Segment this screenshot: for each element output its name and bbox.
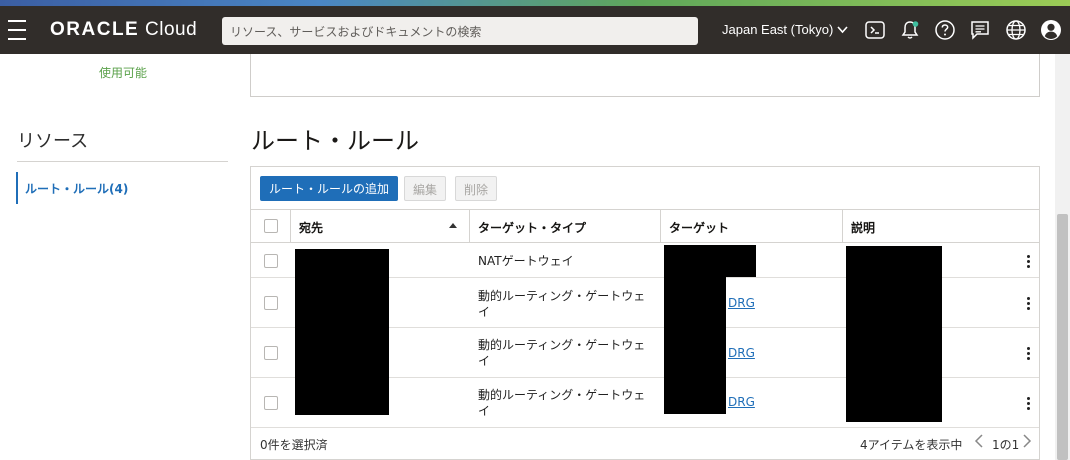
search-input[interactable]: リソース、サービスおよびドキュメントの検索 xyxy=(222,17,698,45)
sidebar-item-route-rules[interactable]: ルート・ルール(4) xyxy=(16,172,128,204)
status-available-label: 使用可能 xyxy=(99,66,148,80)
previous-page-icon[interactable] xyxy=(974,434,984,452)
hamburger-menu-icon[interactable] xyxy=(8,20,28,40)
details-panel xyxy=(250,54,1040,97)
profile-icon[interactable] xyxy=(1040,19,1062,41)
row-actions-menu-icon[interactable] xyxy=(1027,397,1031,410)
column-header-target[interactable]: ターゲット xyxy=(660,210,842,243)
top-navigation-bar: ORACLE Cloud リソース、サービスおよびドキュメントの検索 Japan… xyxy=(0,6,1070,54)
row-checkbox[interactable] xyxy=(264,346,278,360)
page: ORACLE Cloud リソース、サービスおよびドキュメントの検索 Japan… xyxy=(0,0,1070,460)
row-checkbox[interactable] xyxy=(264,296,278,310)
delete-button[interactable]: 削除 xyxy=(455,176,498,201)
target-link[interactable]: DRG xyxy=(728,346,755,360)
region-selector[interactable]: Japan East (Tokyo) xyxy=(722,22,848,37)
column-header-destination[interactable]: 宛先 xyxy=(290,210,469,243)
table-header: 宛先 ターゲット・タイプ ターゲット 説明 xyxy=(251,209,1039,243)
redacted-target-area xyxy=(664,277,726,414)
edit-button[interactable]: 編集 xyxy=(404,176,447,201)
select-all-checkbox[interactable] xyxy=(264,219,278,233)
page-title: ルート・ルール xyxy=(251,127,419,155)
chat-icon[interactable] xyxy=(969,19,991,41)
sort-ascending-icon[interactable] xyxy=(449,223,457,228)
add-route-rule-button[interactable]: ルート・ルールの追加 xyxy=(260,176,399,201)
target-link[interactable]: DRG xyxy=(728,395,755,409)
redacted-target-area xyxy=(664,245,756,277)
row-checkbox[interactable] xyxy=(264,396,278,410)
column-header-description[interactable]: 説明 xyxy=(842,210,1039,243)
row-actions-menu-icon[interactable] xyxy=(1027,297,1031,310)
target-type-cell: 動的ルーティング・ゲートウェイ xyxy=(478,289,646,319)
target-type-cell: 動的ルーティング・ゲートウェイ xyxy=(478,338,646,368)
redacted-description-area xyxy=(846,246,942,422)
items-shown-count: 4アイテムを表示中 xyxy=(860,438,963,452)
redacted-destination-area xyxy=(295,249,389,415)
column-header-target-type[interactable]: ターゲット・タイプ xyxy=(469,210,660,243)
row-checkbox[interactable] xyxy=(264,254,278,268)
target-type-cell: 動的ルーティング・ゲートウェイ xyxy=(478,388,646,418)
resources-heading: リソース xyxy=(17,131,89,152)
next-page-icon[interactable] xyxy=(1022,434,1032,452)
chevron-down-icon xyxy=(837,22,848,37)
row-actions-menu-icon[interactable] xyxy=(1027,347,1031,360)
globe-icon[interactable] xyxy=(1005,19,1027,41)
page-indicator: 1の1 xyxy=(992,438,1020,452)
help-icon[interactable] xyxy=(934,19,956,41)
target-link[interactable]: DRG xyxy=(728,296,755,310)
oracle-cloud-logo[interactable]: ORACLE Cloud xyxy=(50,19,197,41)
bell-icon[interactable] xyxy=(899,19,921,41)
page-scrollbar-thumb[interactable] xyxy=(1057,214,1068,460)
resources-divider xyxy=(17,161,228,162)
row-actions-menu-icon[interactable] xyxy=(1027,255,1031,268)
cloud-shell-icon[interactable] xyxy=(864,19,886,41)
selected-count: 0件を選択済 xyxy=(260,438,328,452)
target-type-cell: NATゲートウェイ xyxy=(478,254,574,268)
